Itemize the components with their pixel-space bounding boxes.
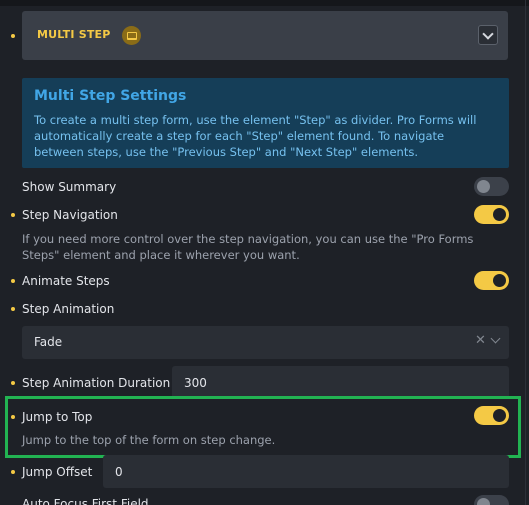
show-summary-toggle[interactable]: [474, 177, 509, 196]
step-animation-duration-field[interactable]: [172, 366, 509, 399]
section-header-multi-step[interactable]: MULTI STEP: [22, 11, 508, 60]
chevron-down-icon[interactable]: [490, 333, 501, 344]
step-animation-label: Step Animation: [22, 302, 115, 316]
step-navigation-description: If you need more control over the step n…: [22, 232, 474, 262]
scroll-edge: [525, 0, 526, 505]
info-box: Multi Step Settings To create a multi st…: [22, 78, 509, 168]
changed-indicator: [11, 279, 15, 283]
settings-panel: MULTI STEP Multi Step Settings To create…: [0, 0, 529, 505]
auto-focus-first-field-toggle[interactable]: [474, 495, 509, 505]
info-title: Multi Step Settings: [34, 88, 187, 104]
changed-indicator: [11, 34, 15, 38]
laptop-icon: [122, 26, 141, 45]
step-animation-value: Fade: [34, 335, 63, 349]
toggle-knob: [477, 498, 490, 505]
toggle-knob: [493, 208, 506, 221]
step-animation-duration-label: Step Animation Duration: [22, 376, 171, 390]
changed-indicator: [11, 381, 15, 385]
jump-offset-field[interactable]: [103, 455, 509, 488]
section-title: MULTI STEP: [37, 28, 111, 41]
close-icon[interactable]: ✕: [475, 334, 486, 348]
changed-indicator: [11, 213, 15, 217]
animate-steps-label: Animate Steps: [22, 274, 110, 288]
step-animation-select[interactable]: Fade ✕: [22, 326, 509, 359]
jump-offset-label: Jump Offset: [22, 465, 93, 479]
highlight-frame: [5, 396, 521, 458]
step-navigation-label: Step Navigation: [22, 208, 118, 222]
show-summary-label: Show Summary: [22, 180, 117, 194]
step-animation-duration-input[interactable]: [172, 366, 509, 399]
changed-indicator: [11, 307, 15, 311]
changed-indicator: [11, 470, 15, 474]
step-navigation-toggle[interactable]: [474, 205, 509, 224]
toggle-knob: [493, 274, 506, 287]
animate-steps-toggle[interactable]: [474, 271, 509, 290]
toggle-knob: [477, 180, 490, 193]
auto-focus-first-field-label: Auto Focus First Field: [22, 497, 149, 505]
info-text: To create a multi step form, use the ele…: [34, 113, 477, 159]
chevron-down-icon[interactable]: [478, 25, 498, 45]
jump-offset-input[interactable]: [103, 455, 509, 488]
top-border: [0, 0, 529, 6]
